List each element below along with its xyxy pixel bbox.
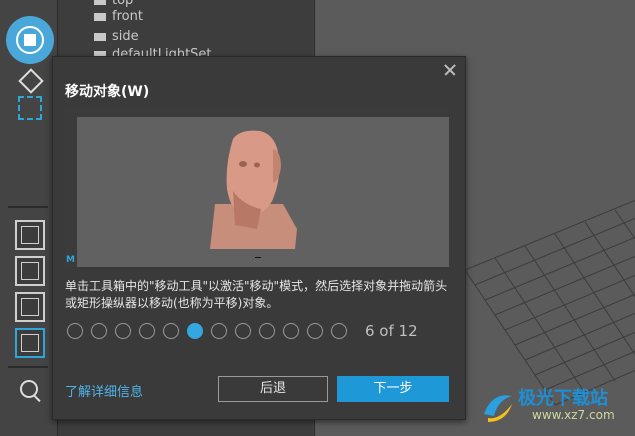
outliner-item[interactable]: side	[94, 28, 139, 46]
step-dot[interactable]	[235, 323, 251, 339]
outliner-item-label: front	[112, 9, 143, 24]
scale-tool-icon[interactable]	[18, 96, 42, 120]
step-dot-active[interactable]	[187, 323, 203, 339]
step-dot[interactable]	[115, 323, 131, 339]
search-icon[interactable]	[20, 380, 38, 398]
learn-more-link[interactable]: 了解详细信息	[65, 381, 143, 400]
watermark-url: www.xz7.com	[532, 408, 615, 422]
toolbox-divider	[8, 206, 48, 208]
step-dot[interactable]	[67, 323, 83, 339]
step-dot[interactable]	[259, 323, 275, 339]
outliner-item[interactable]: front	[94, 8, 143, 26]
step-dot[interactable]	[331, 323, 347, 339]
camera-icon	[94, 32, 106, 41]
preview-image: M	[65, 109, 449, 267]
tutorial-dialog: 移动对象(W) M 单击工具箱中的"移动工具"以激活"移动"模式，然后选择对象并…	[52, 56, 466, 420]
watermark: 极光下载站 www.xz7.com	[478, 380, 628, 430]
step-description: 单击工具箱中的"移动工具"以激活"移动"模式，然后选择对象并拖动箭头或矩形操纵器…	[65, 279, 448, 310]
four-view-layout-button[interactable]	[15, 256, 45, 286]
layout-glyph	[21, 226, 39, 244]
head-model-illustration	[210, 130, 297, 249]
rotate-tool-glyph	[18, 68, 44, 94]
outliner-layout-button[interactable]	[15, 328, 45, 358]
toolbox-divider	[8, 366, 48, 368]
layout-glyph	[21, 262, 39, 280]
step-dot[interactable]	[139, 323, 155, 339]
camera-icon	[94, 12, 106, 21]
single-view-layout-button[interactable]	[15, 220, 45, 250]
next-button[interactable]: 下一步	[337, 376, 449, 402]
move-tool-center	[24, 34, 36, 46]
outliner-item-label: side	[112, 29, 139, 44]
step-dot[interactable]	[163, 323, 179, 339]
outliner-item-label: top	[112, 0, 134, 8]
close-icon[interactable]	[443, 63, 457, 77]
toolbox	[0, 0, 55, 436]
camera-icon	[94, 0, 106, 5]
page-counter: 6 of 12	[365, 322, 418, 340]
rotate-tool-icon[interactable]	[14, 66, 46, 98]
move-tool-icon[interactable]	[6, 16, 54, 64]
step-dot[interactable]	[307, 323, 323, 339]
layout-glyph	[21, 298, 39, 316]
watermark-logo-icon	[484, 395, 512, 422]
watermark-text: 极光下载站	[518, 388, 608, 409]
layout-glyph	[21, 334, 39, 352]
step-dot[interactable]	[211, 323, 227, 339]
back-button[interactable]: 后退	[218, 376, 328, 402]
step-dot[interactable]	[283, 323, 299, 339]
dialog-title: 移动对象(W)	[65, 84, 150, 100]
step-dot[interactable]	[91, 323, 107, 339]
preview-cursor	[255, 257, 261, 258]
two-view-layout-button[interactable]	[15, 292, 45, 322]
